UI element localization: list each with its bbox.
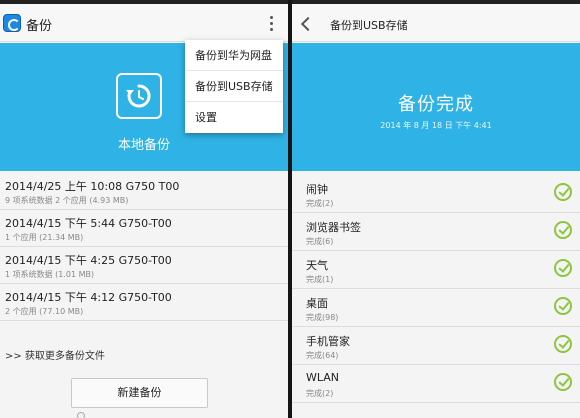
- item-name: WLAN: [306, 371, 340, 384]
- backup-complete-banner: 备份完成 2014 年 8 月 18 日 下午 4:41: [292, 43, 580, 171]
- backup-record[interactable]: 2014/4/15 下午 5:44 G750-T00 1 个应用 (21.34 …: [0, 210, 288, 247]
- record-detail: 1 项系统数据 (1.01 MB): [5, 270, 95, 279]
- menu-item-settings[interactable]: 设置: [185, 102, 283, 133]
- page-title: 备份到USB存储: [330, 19, 408, 32]
- local-backup-screen: 备份 本地备份 2014/4/25 上午 10:08 G750 T00 9 项系…: [0, 0, 288, 418]
- new-backup-button[interactable]: 新建备份: [71, 378, 208, 408]
- check-circle-icon: [554, 297, 572, 315]
- backup-complete-title: 备份完成: [398, 94, 474, 115]
- overflow-menu-icon[interactable]: [266, 16, 276, 32]
- list-item: 手机管家 完成(64): [292, 327, 580, 365]
- page-title: 备份: [26, 19, 53, 34]
- check-circle-icon: [554, 373, 572, 391]
- item-status: 完成(64): [306, 351, 339, 360]
- check-circle-icon: [554, 335, 572, 353]
- item-status: 完成(2): [306, 199, 334, 208]
- backup-record[interactable]: 2014/4/25 上午 10:08 G750 T00 9 项系统数据 2 个应…: [0, 173, 288, 210]
- list-item: WLAN 完成(2): [292, 365, 580, 403]
- list-item: 闹钟 完成(2): [292, 175, 580, 213]
- back-arrow-icon[interactable]: [300, 17, 312, 31]
- check-circle-icon: [554, 221, 572, 239]
- item-status: 完成(98): [306, 313, 339, 322]
- item-name: 浏览器书签: [306, 221, 361, 234]
- item-status: 完成(1): [306, 275, 334, 284]
- backup-record[interactable]: 2014/4/15 下午 4:25 G750-T00 1 项系统数据 (1.01…: [0, 247, 288, 284]
- backup-complete-date: 2014 年 8 月 18 日 下午 4:41: [380, 121, 492, 130]
- option-radio[interactable]: [77, 412, 85, 418]
- check-circle-icon: [554, 259, 572, 277]
- record-detail: 1 个应用 (21.34 MB): [5, 233, 84, 242]
- record-title: 2014/4/25 上午 10:08 G750 T00: [5, 180, 180, 193]
- item-name: 天气: [306, 259, 328, 272]
- item-name: 手机管家: [306, 335, 350, 348]
- item-name: 闹钟: [306, 183, 328, 196]
- app-bar: 备份: [0, 4, 288, 42]
- list-item: 天气 完成(1): [292, 251, 580, 289]
- item-status: 完成(6): [306, 237, 334, 246]
- menu-item-backup-to-usb[interactable]: 备份到USB存储: [185, 71, 283, 102]
- record-title: 2014/4/15 下午 5:44 G750-T00: [5, 217, 172, 230]
- local-backup-label: 本地备份: [117, 138, 170, 153]
- app-bar: 备份到USB存储: [292, 4, 580, 42]
- record-title: 2014/4/15 下午 4:25 G750-T00: [5, 254, 172, 267]
- more-backup-files-link[interactable]: >> 获取更多备份文件: [5, 347, 105, 362]
- usb-backup-screen: 备份到USB存储 备份完成 2014 年 8 月 18 日 下午 4:41 闹钟…: [292, 0, 580, 418]
- list-item: 桌面 完成(98): [292, 289, 580, 327]
- record-title: 2014/4/15 下午 4:12 G750-T00: [5, 291, 172, 304]
- list-item: 浏览器书签 完成(6): [292, 213, 580, 251]
- item-status: 完成(2): [306, 389, 334, 398]
- backup-app-icon: [3, 14, 21, 32]
- menu-item-backup-to-cloud[interactable]: 备份到华为网盘: [185, 40, 283, 71]
- record-detail: 9 项系统数据 2 个应用 (4.93 MB): [5, 196, 129, 205]
- item-name: 桌面: [306, 297, 328, 310]
- backup-record[interactable]: 2014/4/15 下午 4:12 G750-T00 2 个应用 (77.10 …: [0, 284, 288, 321]
- check-circle-icon: [554, 183, 572, 201]
- record-detail: 2 个应用 (77.10 MB): [5, 307, 84, 316]
- overflow-menu: 备份到华为网盘 备份到USB存储 设置: [185, 40, 283, 133]
- restore-icon: [116, 73, 162, 119]
